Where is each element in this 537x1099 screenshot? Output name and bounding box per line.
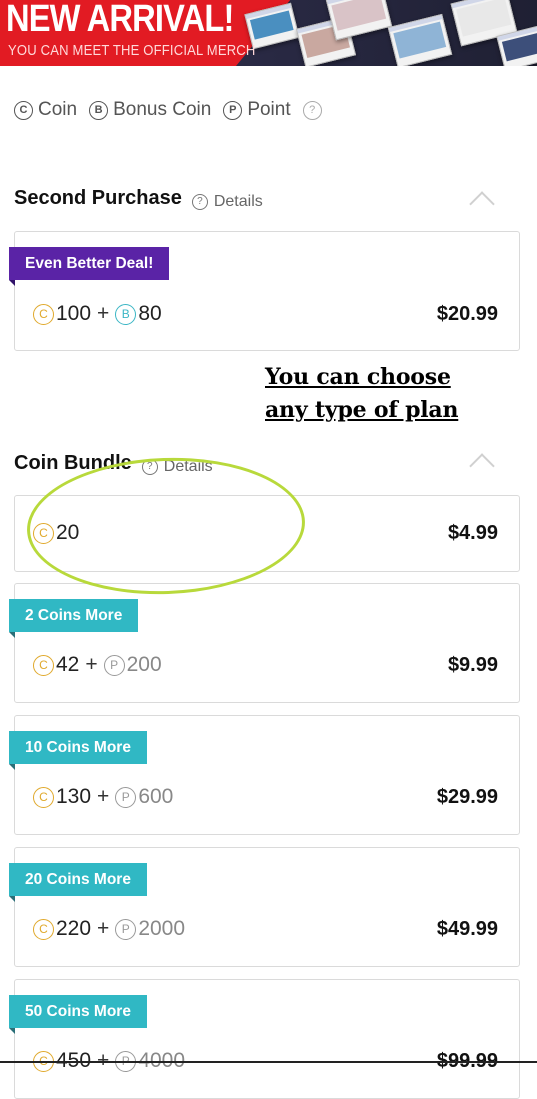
bonus-amount: 80 — [138, 302, 162, 325]
coin-icon: C — [14, 100, 33, 120]
section-title-second-purchase: Second Purchase ? Details — [14, 187, 263, 211]
collapse-chevron-icon[interactable] — [469, 453, 495, 479]
annotation-line-2: any type of plan — [265, 397, 459, 423]
plan-price: $29.99 — [436, 785, 498, 808]
coin-icon: C — [33, 786, 54, 808]
details-label: Details — [163, 457, 213, 475]
annotation-note: You can choose any type of plan — [265, 361, 458, 427]
point-icon: P — [115, 918, 137, 940]
coin-amount: 220 — [56, 917, 92, 940]
point-icon: P — [223, 100, 243, 120]
bonus-tag: 50 Coins More — [9, 995, 147, 1034]
plan-card[interactable]: C 20 $4.99 — [14, 495, 520, 572]
legend-point-label: Point — [247, 99, 291, 120]
plan-price: $20.99 — [436, 302, 498, 325]
point-amount: 2000 — [138, 917, 186, 940]
plan-amount: C 42 + P 200 — [33, 653, 162, 677]
plan-row: C 130 + P 600 $29.99 — [33, 785, 498, 809]
plus-sign: + — [97, 917, 110, 940]
legend-bonus-coin: B Bonus Coin — [89, 99, 211, 121]
plan-row: C 220 + P 2000 $49.99 — [33, 917, 498, 941]
coin-amount: 42 — [56, 653, 80, 676]
coin-icon: C — [33, 654, 54, 676]
help-icon: ? — [191, 193, 208, 210]
plan-row: C 42 + P 200 $9.99 — [33, 653, 498, 677]
bottom-divider — [0, 1061, 537, 1063]
plus-sign: + — [97, 302, 110, 325]
coin-icon: C — [33, 522, 54, 544]
help-icon[interactable]: ? — [302, 100, 322, 120]
plan-row: C 20 $4.99 — [33, 521, 498, 545]
plan-amount: C 20 — [33, 521, 79, 545]
bonus-coin-icon: B — [89, 100, 109, 120]
legend-coin-label: Coin — [38, 99, 78, 120]
plan-card[interactable]: 50 Coins More C 450 + P 4000 $99.99 — [9, 979, 520, 1099]
plan-card[interactable]: 20 Coins More C 220 + P 2000 $49.99 — [9, 847, 520, 967]
second-purchase-details-link[interactable]: ? Details — [191, 192, 263, 211]
details-label: Details — [213, 192, 263, 210]
plan-card[interactable]: Even Better Deal! C 100 + B 80 $20.99 — [9, 231, 520, 351]
deal-tag: Even Better Deal! — [9, 247, 170, 286]
legend-point: P Point — [223, 99, 291, 121]
point-icon: P — [115, 786, 137, 808]
help-icon: ? — [141, 458, 158, 475]
collapse-chevron-icon[interactable] — [469, 191, 495, 217]
annotation-line-1: You can choose — [265, 364, 451, 390]
plan-price: $49.99 — [436, 917, 498, 940]
bonus-tag: 10 Coins More — [9, 731, 147, 770]
point-amount: 200 — [126, 653, 162, 676]
banner-title: NEW ARRIVAL! — [6, 0, 234, 40]
bonus-tag: 20 Coins More — [9, 863, 147, 902]
coin-bundle-title: Coin Bundle — [14, 452, 132, 474]
section-title-coin-bundle: Coin Bundle ? Details — [14, 452, 213, 476]
point-amount: 600 — [138, 785, 174, 808]
promo-banner[interactable]: NEW ARRIVAL! YOU CAN MEET THE OFFICIAL M… — [0, 0, 537, 66]
legend-coin: C Coin — [14, 99, 77, 121]
coin-amount: 20 — [56, 521, 80, 544]
coin-bundle-details-link[interactable]: ? Details — [141, 457, 213, 476]
plan-amount: C 100 + B 80 — [33, 302, 162, 326]
coin-icon: C — [33, 303, 54, 325]
currency-legend: C Coin B Bonus Coin P Point ? — [14, 99, 327, 121]
plus-sign: + — [85, 653, 98, 676]
plan-card[interactable]: 2 Coins More C 42 + P 200 $9.99 — [9, 583, 520, 703]
plus-sign: + — [97, 785, 110, 808]
second-purchase-title: Second Purchase — [14, 187, 182, 209]
coin-amount: 100 — [56, 302, 92, 325]
bonus-coin-icon: B — [115, 303, 137, 325]
plan-amount: C 220 + P 2000 — [33, 917, 185, 941]
coin-amount: 130 — [56, 785, 92, 808]
bonus-tag: 2 Coins More — [9, 599, 139, 638]
plan-price: $9.99 — [447, 653, 498, 676]
coin-icon: C — [33, 918, 54, 940]
plan-amount: C 130 + P 600 — [33, 785, 173, 809]
plan-price: $4.99 — [447, 521, 498, 544]
banner-subtitle: YOU CAN MEET THE OFFICIAL MERCH — [8, 43, 256, 59]
point-icon: P — [103, 654, 125, 676]
plan-row: C 100 + B 80 $20.99 — [33, 302, 498, 326]
plan-card[interactable]: 10 Coins More C 130 + P 600 $29.99 — [9, 715, 520, 835]
legend-bonus-coin-label: Bonus Coin — [113, 99, 212, 120]
